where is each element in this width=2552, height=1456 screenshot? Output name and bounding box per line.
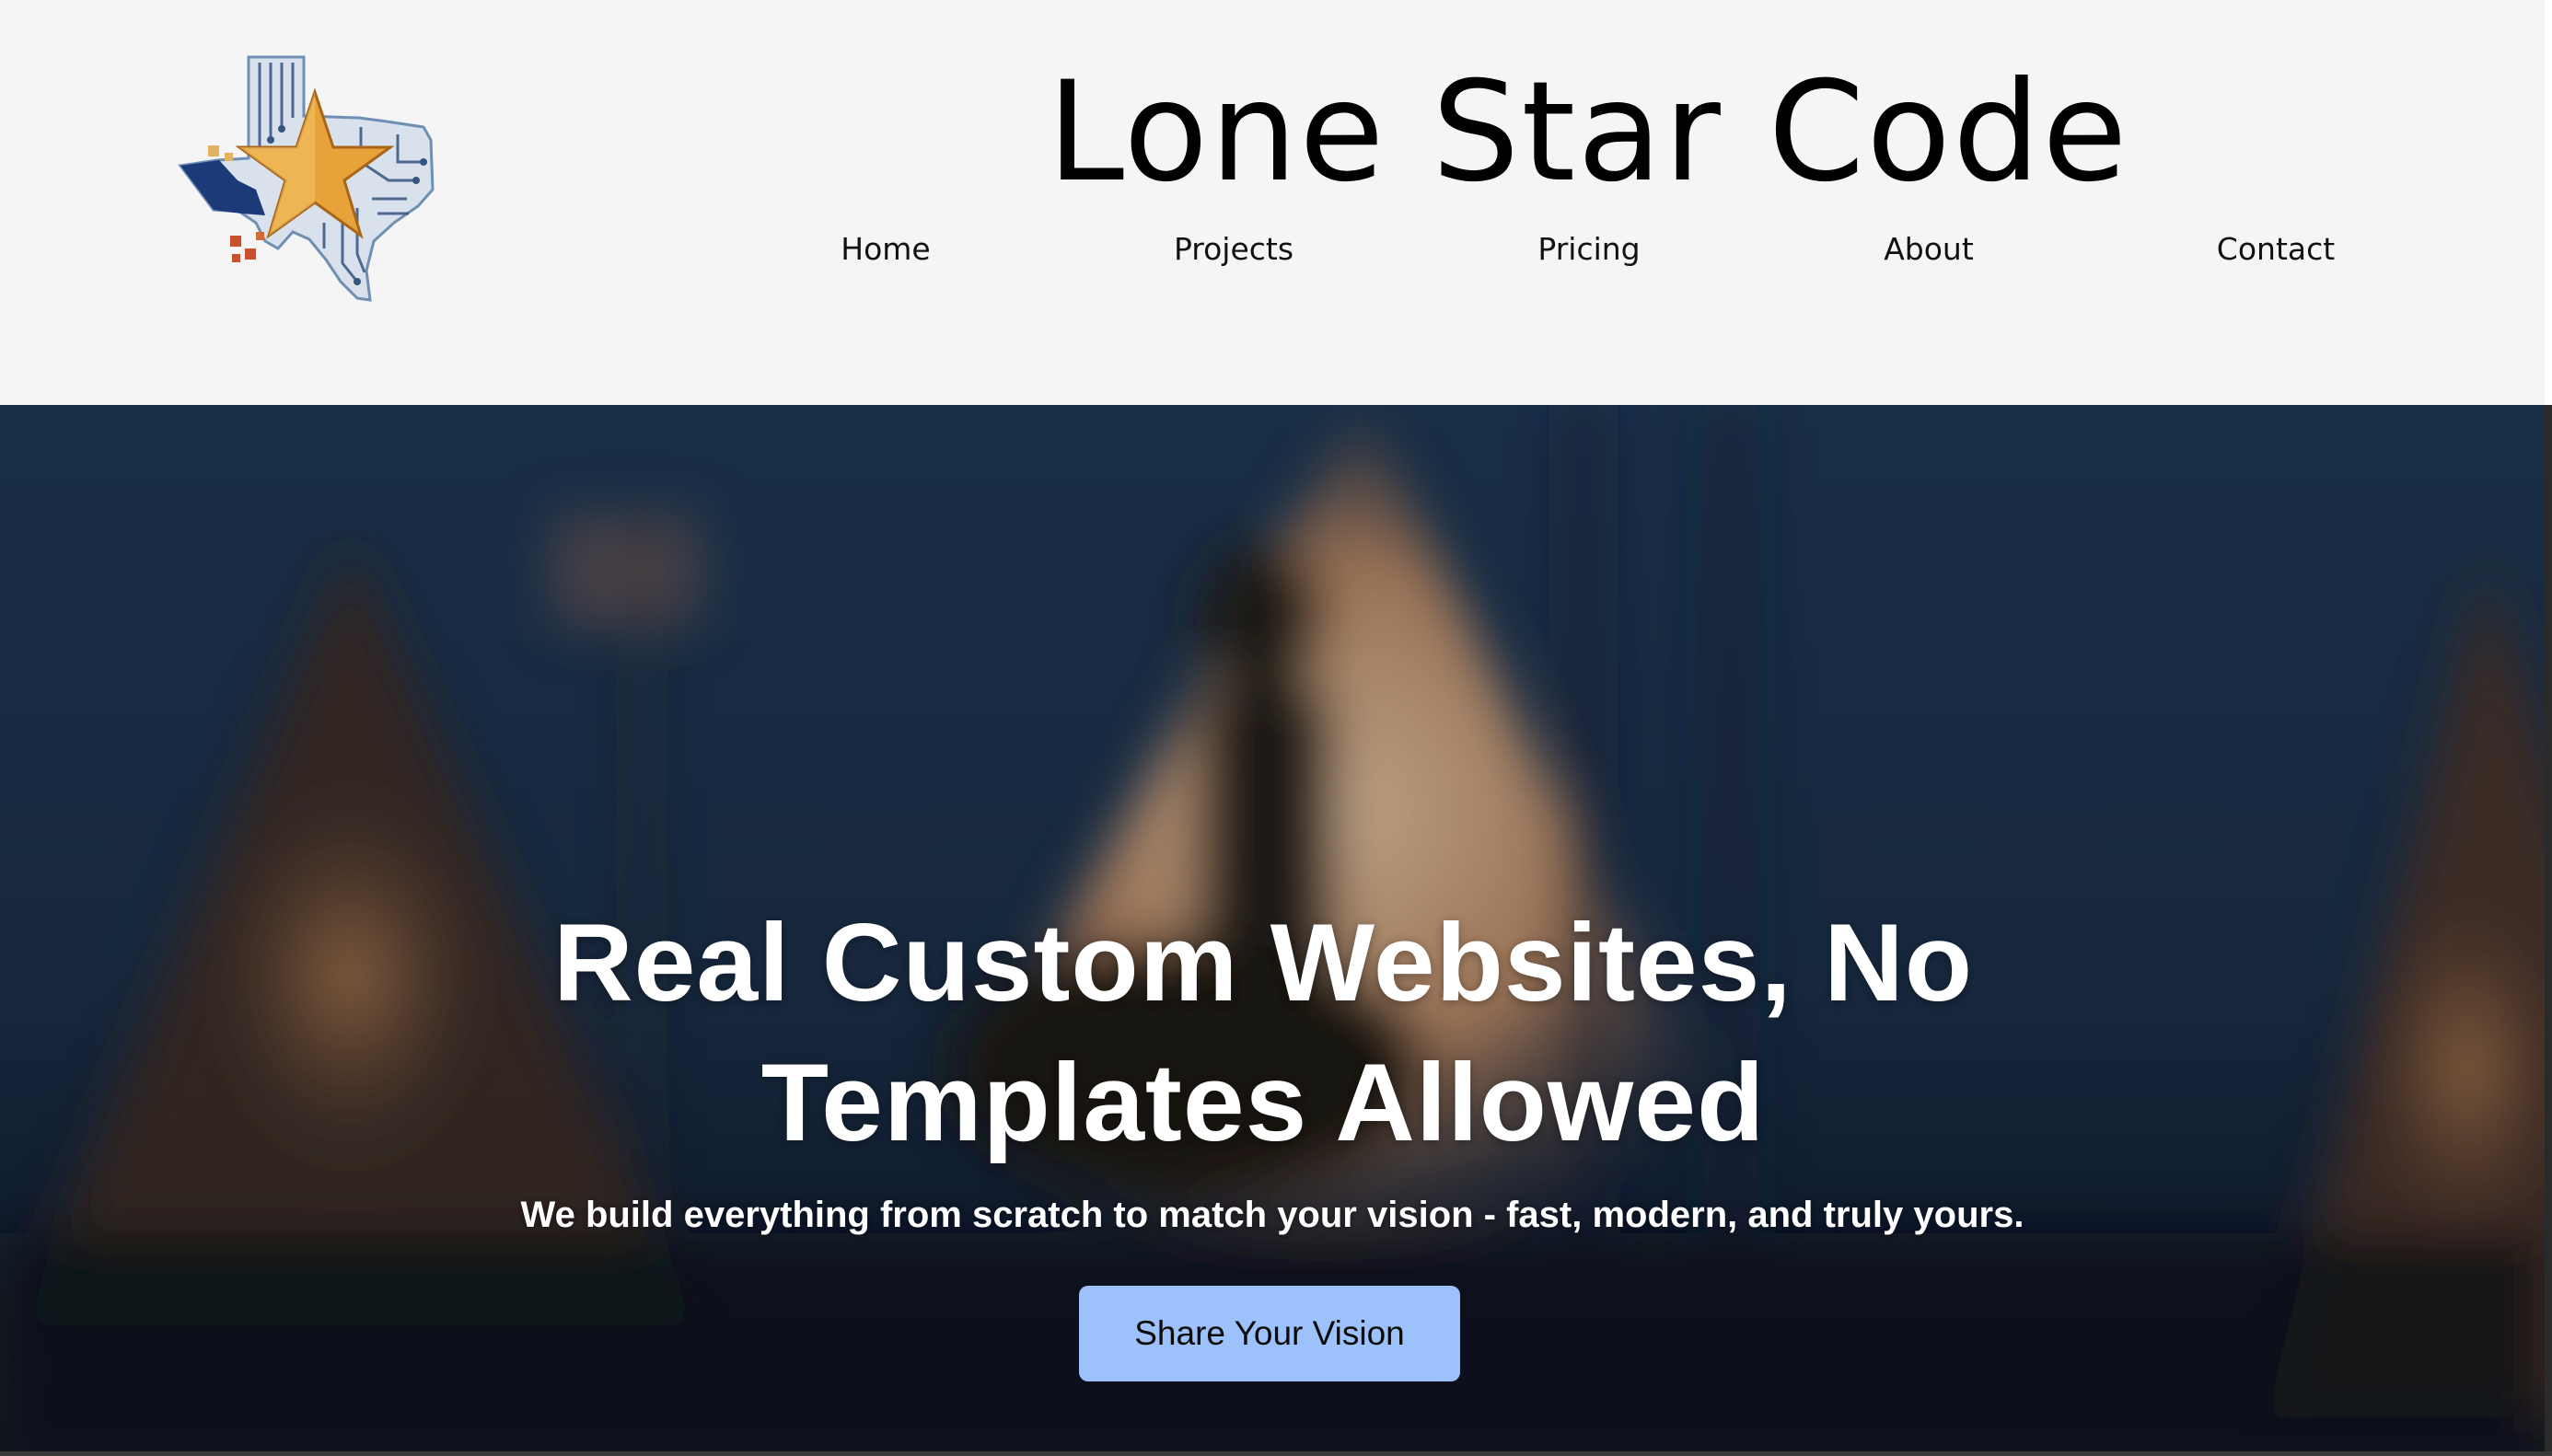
nav-item-contact[interactable]: Contact	[2217, 228, 2335, 271]
share-your-vision-button[interactable]: Share Your Vision	[1079, 1286, 1460, 1381]
main-nav: Home Projects Pricing About Contact	[0, 228, 2545, 274]
hero-headline-line2: Templates Allowed	[760, 1041, 1766, 1164]
hero-headline-line1: Real Custom Websites, No	[552, 901, 1974, 1024]
hero-section: Real Custom Websites, No Templates Allow…	[0, 405, 2545, 1451]
window-bottom-edge	[0, 1451, 2552, 1456]
hero-subheadline: We build everything from scratch to matc…	[520, 1195, 2024, 1235]
site-header: Lone Star Code Home Projects Pricing Abo…	[0, 0, 2545, 406]
nav-item-projects[interactable]: Projects	[1174, 228, 1293, 271]
window-edge	[2545, 405, 2552, 1456]
hero-headline: Real Custom Websites, No Templates Allow…	[0, 893, 2545, 1173]
nav-item-about[interactable]: About	[1884, 228, 1974, 271]
nav-item-home[interactable]: Home	[841, 228, 930, 271]
nav-item-pricing[interactable]: Pricing	[1537, 228, 1640, 271]
site-title: Lone Star Code	[0, 50, 2545, 215]
site-title-text: Lone Star Code	[1047, 52, 2129, 213]
